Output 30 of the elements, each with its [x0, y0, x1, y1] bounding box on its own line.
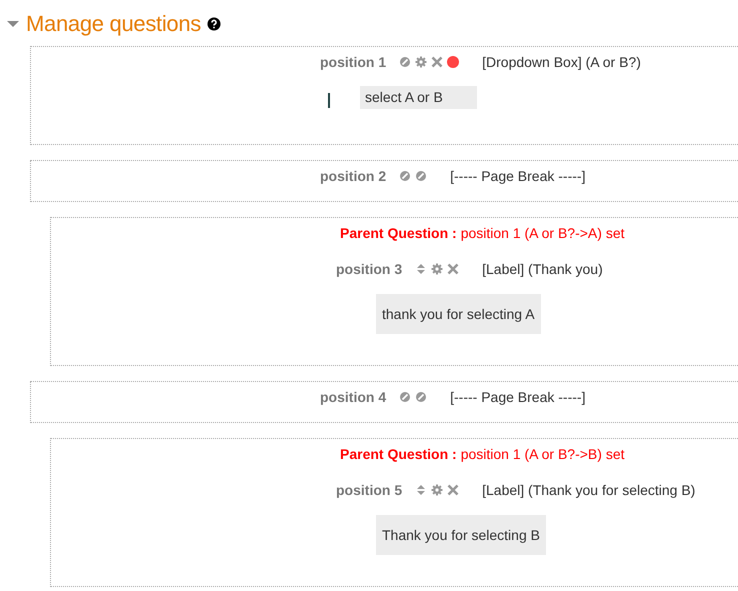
- question-description: [Dropdown Box] (A or B?): [482, 54, 641, 70]
- help-icon[interactable]: [207, 17, 221, 31]
- question-description: [Label] (Thank you): [482, 261, 603, 277]
- text-cursor-icon: [328, 93, 330, 108]
- gear-icon[interactable]: [430, 262, 444, 276]
- dropdown-select[interactable]: select A or B: [360, 86, 477, 109]
- position-label: position 5: [336, 482, 402, 498]
- label-content: Thank you for selecting B: [376, 515, 546, 555]
- gear-icon[interactable]: [430, 483, 444, 497]
- position-label: position 4: [320, 389, 386, 405]
- close-icon[interactable]: [430, 55, 444, 69]
- question-description: [----- Page Break -----]: [450, 389, 586, 405]
- hide-icon[interactable]: [398, 169, 412, 183]
- question-description: [----- Page Break -----]: [450, 168, 586, 184]
- gear-icon[interactable]: [414, 55, 428, 69]
- hide-icon[interactable]: [414, 169, 428, 183]
- hide-icon[interactable]: [414, 390, 428, 404]
- parent-question-text: Parent Question : position 1 (A or B?->B) set: [340, 445, 624, 464]
- section-title: Manage questions: [26, 11, 201, 37]
- parent-question-text: Parent Question : position 1 (A or B?->A) set: [340, 224, 624, 243]
- question-description: [Label] (Thank you for selecting B): [482, 482, 696, 498]
- required-dot-icon: [446, 55, 460, 69]
- hide-icon[interactable]: [398, 55, 412, 69]
- position-label: position 1: [320, 54, 386, 70]
- label-content: thank you for selecting A: [376, 294, 541, 334]
- close-icon[interactable]: [446, 483, 460, 497]
- hide-icon[interactable]: [398, 390, 412, 404]
- close-icon[interactable]: [446, 262, 460, 276]
- position-label: position 3: [336, 261, 402, 277]
- position-label: position 2: [320, 168, 386, 184]
